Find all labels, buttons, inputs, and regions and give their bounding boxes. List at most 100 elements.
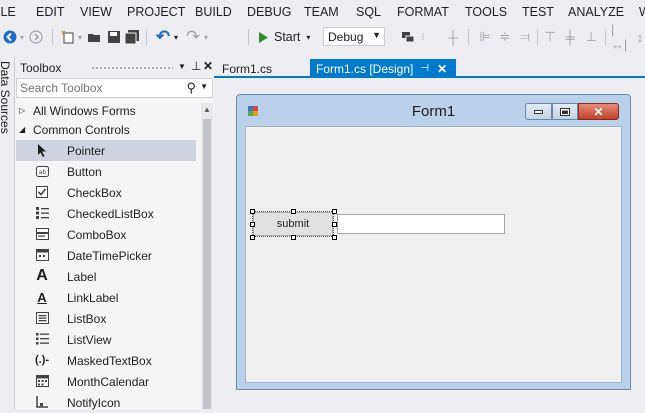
designer-surface[interactable]: Form1 ✕ submit [214, 78, 645, 409]
toolbox-search-input[interactable] [20, 80, 180, 96]
scrollbar-thumb[interactable] [203, 119, 211, 409]
menu-view[interactable]: VIEW [80, 5, 112, 19]
category-all-windows-forms[interactable]: ▷ All Windows Forms [19, 101, 136, 120]
back-icon[interactable] [2, 28, 18, 46]
undo-dropdown-icon[interactable]: ▾ [172, 28, 180, 46]
drag-grip[interactable] [91, 66, 173, 70]
toolbox-search[interactable]: ⚲ ▼ [16, 78, 213, 98]
toolbox-title: Toolbox [20, 61, 62, 75]
toolbar-separator [468, 29, 469, 45]
start-debugging-button[interactable]: Start ▾ [258, 28, 310, 46]
maximize-button[interactable] [552, 103, 578, 120]
toolbox-item-listbox[interactable]: ListBox [16, 308, 196, 329]
menu-sql[interactable]: SQL [356, 5, 381, 19]
submit-button[interactable]: submit [253, 212, 333, 236]
new-project-icon[interactable] [60, 28, 76, 46]
save-all-icon[interactable] [124, 28, 140, 46]
align-middles-icon[interactable]: ╪ [563, 28, 577, 46]
button-icon: ab [35, 164, 49, 178]
toolbox-item-datetimepicker[interactable]: DateTimePicker [16, 245, 196, 266]
toolbox-item-combobox[interactable]: ComboBox [16, 224, 196, 245]
close-icon[interactable]: ✕ [203, 59, 213, 73]
menu-file[interactable]: ILE [0, 5, 16, 19]
data-sources-label[interactable]: Data Sources [0, 61, 12, 134]
undo-icon[interactable]: ↶ [154, 27, 172, 46]
toolbox-item-label: CheckBox [67, 186, 122, 200]
toolbox-item-label: CheckedListBox [67, 207, 154, 221]
close-icon[interactable]: ✕ [437, 62, 447, 76]
search-dropdown-icon[interactable]: ▼ [200, 82, 208, 91]
menu-build[interactable]: BUILD [195, 5, 232, 19]
toolbox-item-label: Pointer [67, 144, 106, 158]
menu-tools[interactable]: TOOLS [465, 5, 507, 19]
notifyicon-icon [35, 395, 49, 409]
toolbox-item-checkedlistbox[interactable]: CheckedListBox [16, 203, 196, 224]
menu-analyze[interactable]: ANALYZE [568, 5, 624, 19]
make-same-width-icon[interactable]: |↔| [611, 22, 627, 52]
toolbox-item-pointer[interactable]: Pointer [16, 140, 196, 161]
toolbox-item-label[interactable]: A Label [16, 266, 196, 287]
window-position-icon[interactable]: ▼ [178, 62, 186, 71]
designer-scrollbar[interactable] [632, 78, 645, 409]
textbox-control[interactable] [337, 214, 505, 234]
toolbox-item-maskedtextbox[interactable]: (.)- MaskedTextBox [16, 350, 196, 371]
align-lefts-icon[interactable]: ⊫ [478, 28, 492, 46]
align-bottoms-icon[interactable]: ⊥ [584, 28, 598, 46]
configuration-value: Debug [328, 30, 364, 44]
toolbox-item-listview[interactable]: ListView [16, 329, 196, 350]
toolbox-item-notifyicon[interactable]: NotifyIcon [16, 392, 196, 413]
menu-format[interactable]: FORMAT [397, 5, 449, 19]
category-common-controls[interactable]: ◢ Common Controls [19, 120, 130, 139]
resize-handle[interactable] [250, 222, 255, 227]
pointer-icon [35, 143, 49, 157]
data-sources-strip[interactable]: Data Sources [0, 57, 14, 409]
collapse-triangle-icon[interactable]: ◢ [19, 125, 27, 134]
form-titlebar[interactable]: Form1 ✕ [237, 95, 630, 126]
forward-icon[interactable] [28, 28, 44, 46]
pin-icon[interactable]: ⊥ [191, 59, 201, 73]
align-rights-icon[interactable]: ⫤ [518, 28, 532, 46]
toolbox-item-monthcalendar[interactable]: MonthCalendar [16, 371, 196, 392]
close-button[interactable]: ✕ [578, 103, 619, 120]
align-centers-icon[interactable]: ≑ [498, 28, 512, 46]
new-dropdown-icon[interactable]: ▾ [76, 28, 84, 46]
toolbox-item-button[interactable]: ab Button [16, 161, 196, 182]
menu-project[interactable]: PROJECT [127, 5, 185, 19]
start-dropdown-icon[interactable]: ▾ [306, 33, 310, 42]
resize-handle[interactable] [291, 235, 296, 240]
align-to-grid-icon[interactable]: ┼ [446, 28, 460, 46]
resize-handle[interactable] [332, 235, 337, 240]
resize-handle[interactable] [250, 209, 255, 214]
form-client-area[interactable]: submit [245, 126, 622, 383]
menu-edit[interactable]: EDIT [36, 5, 64, 19]
menu-debug[interactable]: DEBUG [247, 5, 291, 19]
menu-team[interactable]: TEAM [304, 5, 339, 19]
attach-process-icon[interactable] [400, 28, 418, 46]
make-same-height-icon[interactable]: ↕ [634, 28, 645, 46]
align-tops-icon[interactable]: ⊤ [543, 28, 557, 46]
minimize-button[interactable] [525, 103, 552, 120]
toolbox-item-checkbox[interactable]: CheckBox [16, 182, 196, 203]
expand-triangle-icon[interactable]: ▷ [19, 106, 27, 115]
menu-test[interactable]: TEST [522, 5, 554, 19]
resize-handle[interactable] [250, 235, 255, 240]
toolbox-scrollbar[interactable]: ▲ [201, 103, 213, 409]
open-file-icon[interactable] [86, 28, 102, 46]
toolbar-overflow-icon[interactable]: ⁝ [418, 28, 428, 46]
toolbox-item-label: NotifyIcon [67, 396, 121, 410]
resize-handle[interactable] [291, 209, 296, 214]
scroll-up-icon[interactable]: ▲ [203, 105, 211, 114]
listview-icon [35, 332, 49, 346]
search-icon[interactable]: ⚲ [186, 80, 196, 96]
toolbox-item-linklabel[interactable]: A LinkLabel [16, 287, 196, 308]
category-label: All Windows Forms [33, 103, 136, 118]
menu-window[interactable]: W [639, 5, 645, 19]
save-icon[interactable] [106, 28, 122, 46]
form-window[interactable]: Form1 ✕ submit [236, 94, 631, 390]
toolbox-header: Toolbox ▼ ⊥ ✕ [15, 57, 215, 77]
redo-icon[interactable]: ↷ [184, 27, 202, 46]
back-dropdown-icon[interactable]: ▾ [18, 28, 26, 46]
solution-configuration-select[interactable]: Debug ▼ [323, 27, 385, 46]
pin-icon[interactable]: ⊣ [420, 63, 429, 74]
redo-dropdown-icon[interactable]: ▾ [202, 28, 210, 46]
